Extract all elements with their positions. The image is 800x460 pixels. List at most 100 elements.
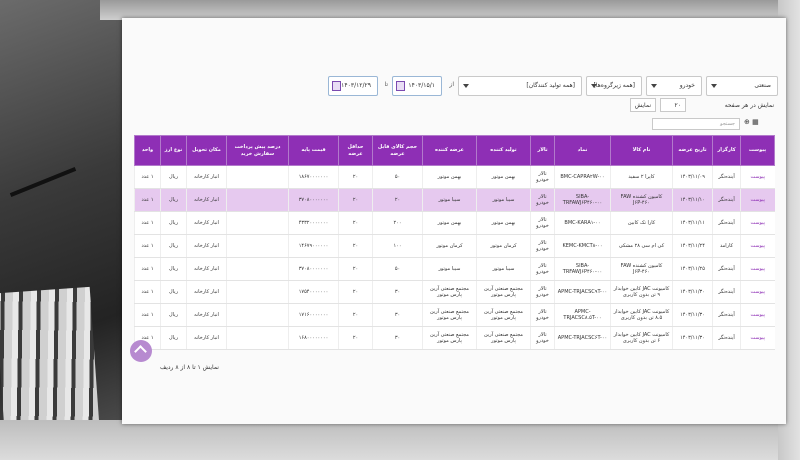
attachment-link[interactable]: پیوست — [740, 280, 775, 304]
column-header[interactable]: حداقل عرضه — [338, 135, 373, 166]
table-cell: ریال — [160, 234, 187, 258]
table-cell: مجتمع صنعتی آرین پارس موتور — [422, 303, 477, 327]
chevron-down-icon — [463, 84, 469, 88]
to-date-input[interactable]: ۱۴۰۳/۱۲/۲۹ — [328, 76, 378, 96]
from-date-input[interactable]: ۱۴۰۳/۱۵/۱ — [392, 76, 442, 96]
table-cell: ۱۴۶۷۹۰۰۰۰۰۰ — [288, 234, 339, 258]
table-row[interactable]: پیوست کارامد ۱۴۰۳/۱۱/۲۴ کی ام سی ۲۸ مشکی KEM… — [134, 234, 775, 258]
table-cell: ۱۴۰۳/۱۱/۳۰ — [672, 326, 713, 350]
table-cell: ریال — [160, 165, 187, 189]
per-page-select[interactable]: ۲۰ — [660, 98, 686, 112]
table-row[interactable]: پیوست آینده‌نگر ۱۴۰۳/۱۱/۰۹ کاپرا ۲ سفید BMC-… — [134, 165, 775, 189]
table-cell: ۲۰ — [338, 280, 373, 304]
from-label: از — [449, 81, 454, 88]
table-cell: کامیون کشنده FAW J۶P-۴۶۰ — [610, 188, 673, 212]
show-button[interactable]: نمایش — [629, 98, 656, 112]
columns-icon[interactable]: ▦ — [752, 118, 759, 126]
column-header[interactable]: کارگزار — [712, 135, 741, 166]
table-summary: نمایش ۱ تا ۸ از ۸ ردیف — [160, 364, 219, 371]
attachment-link[interactable]: پیوست — [740, 234, 775, 258]
table-cell: بهمن موتور — [422, 211, 477, 235]
table-cell: آینده‌نگر — [712, 326, 741, 350]
table-row[interactable]: پیوست آینده‌نگر ۱۴۰۳/۱۱/۲۵ کامیون کشنده FAW… — [134, 257, 775, 281]
table-row[interactable]: پیوست آینده‌نگر ۱۴۰۳/۱۱/۱۱ کارا تک کابین BMC… — [134, 211, 775, 235]
table-cell: ۱۴۰۳/۱۱/۱۱ — [672, 211, 713, 235]
table-cell: ۱ عدد — [134, 211, 161, 235]
table-cell: مجتمع صنعتی آرین پارس موتور — [422, 326, 477, 350]
table-cell: APMC-TRJACSC۹T-۰۰ — [554, 280, 611, 304]
table-toolbar: ⊕ ▦ — [744, 118, 774, 130]
table-cell: ۱۶۸۰۰۰۰۰۰۰۰ — [288, 326, 339, 350]
table-cell: انبار کارخانه — [186, 257, 227, 281]
column-header[interactable]: پیوست — [740, 135, 775, 166]
per-page-label: نمایش در هر صفحه — [724, 102, 774, 109]
table-cell: ۵۰ — [372, 257, 423, 281]
attachment-link[interactable]: پیوست — [740, 326, 775, 350]
column-header[interactable]: تالار — [530, 135, 555, 166]
category-select[interactable]: صنعتی — [706, 76, 778, 96]
table-cell: کامیونت JAC کابین خوابدار ۸.۵ تن بدون کا… — [610, 303, 673, 327]
attachment-link[interactable]: پیوست — [740, 165, 775, 189]
table-cell — [226, 257, 289, 281]
table-cell: ۱۴۰۳/۱۱/۲۵ — [672, 257, 713, 281]
offers-table: پیوست کارگزار تاریخ عرضه نام کالا نماد تالار ت… — [134, 135, 775, 350]
table-cell: ۳۰ — [372, 326, 423, 350]
producer-select[interactable]: [همه تولید کنندگان] — [458, 76, 582, 96]
per-page-value: ۲۰ — [674, 102, 681, 109]
table-row[interactable]: پیوست آینده‌نگر ۱۴۰۳/۱۱/۳۰ کامیونت JAC کابی… — [134, 280, 775, 304]
table-cell: ۱۷۱۶۰۰۰۰۰۰۰ — [288, 303, 339, 327]
column-header[interactable]: تولید کننده — [476, 135, 531, 166]
table-cell: ۲۰ — [338, 188, 373, 212]
table-cell: کارامد — [712, 234, 741, 258]
table-cell: ۲۰ — [338, 303, 373, 327]
table-cell: انبار کارخانه — [186, 303, 227, 327]
table-cell — [226, 188, 289, 212]
column-header[interactable]: واحد — [134, 135, 161, 166]
attachment-link[interactable]: پیوست — [740, 303, 775, 327]
table-cell: کرمان موتور — [476, 234, 531, 258]
producer-value: [همه تولید کنندگان] — [526, 82, 575, 89]
subgroup-select[interactable]: [همه زیرگروه‌ها] — [586, 76, 642, 96]
column-header[interactable]: نماد — [554, 135, 611, 166]
table-cell — [226, 234, 289, 258]
column-header[interactable]: قیمت پایه — [288, 135, 339, 166]
column-header[interactable]: تاریخ عرضه — [672, 135, 713, 166]
column-header[interactable]: نوع ارز — [160, 135, 187, 166]
table-cell: BMC-KARA۱-۰۰ — [554, 211, 611, 235]
table-cell: APMC-TRJACSC۸.۵T-۰۰ — [554, 303, 611, 327]
column-header[interactable]: عرضه کننده — [422, 135, 477, 166]
attachment-link[interactable]: پیوست — [740, 211, 775, 235]
table-cell: ۱۴۰۳/۱۱/۲۴ — [672, 234, 713, 258]
calendar-icon[interactable] — [396, 81, 405, 91]
table-cell: ۲۰ — [338, 211, 373, 235]
table-cell: انبار کارخانه — [186, 188, 227, 212]
column-header[interactable]: مکان تحویل — [186, 135, 227, 166]
scroll-to-top-icon[interactable] — [130, 340, 152, 362]
table-row[interactable]: پیوست آینده‌نگر ۱۴۰۳/۱۱/۱۰ کامیون کشنده FAW… — [134, 188, 775, 212]
table-cell: انبار کارخانه — [186, 234, 227, 258]
attachment-link[interactable]: پیوست — [740, 188, 775, 212]
add-user-icon[interactable]: ⊕ — [744, 118, 750, 126]
table-cell: تالار خودرو — [530, 257, 555, 281]
vehicle-select[interactable]: خودرو — [646, 76, 702, 96]
table-cell — [226, 326, 289, 350]
table-cell: کامیونت JAC کابین خوابدار ۹ تن بدون کارب… — [610, 280, 673, 304]
column-header[interactable]: درصد پیش پرداخت سفارش خرید — [226, 135, 289, 166]
table-cell: APMC-TRJACSC۶T-۰۰ — [554, 326, 611, 350]
table-cell: SIBA-TRFAWJ۶P۴۶۰-۰۰ — [554, 257, 611, 281]
table-cell: انبار کارخانه — [186, 165, 227, 189]
attachment-link[interactable]: پیوست — [740, 257, 775, 281]
table-cell: ۱ عدد — [134, 280, 161, 304]
calendar-icon[interactable] — [332, 81, 341, 91]
search-input[interactable]: جستجو — [652, 118, 740, 130]
table-cell: مجتمع صنعتی آرین پارس موتور — [476, 303, 531, 327]
table-cell: تالار خودرو — [530, 188, 555, 212]
column-header[interactable]: حجم کالای قابل عرضه — [372, 135, 423, 166]
column-header[interactable]: نام کالا — [610, 135, 673, 166]
category-value: صنعتی — [754, 82, 771, 89]
table-row[interactable]: پیوست آینده‌نگر ۱۴۰۳/۱۱/۳۰ کامیونت JAC کابی… — [134, 326, 775, 350]
table-row[interactable]: پیوست آینده‌نگر ۱۴۰۳/۱۱/۳۰ کامیونت JAC کابی… — [134, 303, 775, 327]
table-cell: ۲۰۰ — [372, 211, 423, 235]
table-cell: ریال — [160, 280, 187, 304]
page-size-control: نمایش در هر صفحه ۲۰ نمایش — [624, 98, 774, 114]
